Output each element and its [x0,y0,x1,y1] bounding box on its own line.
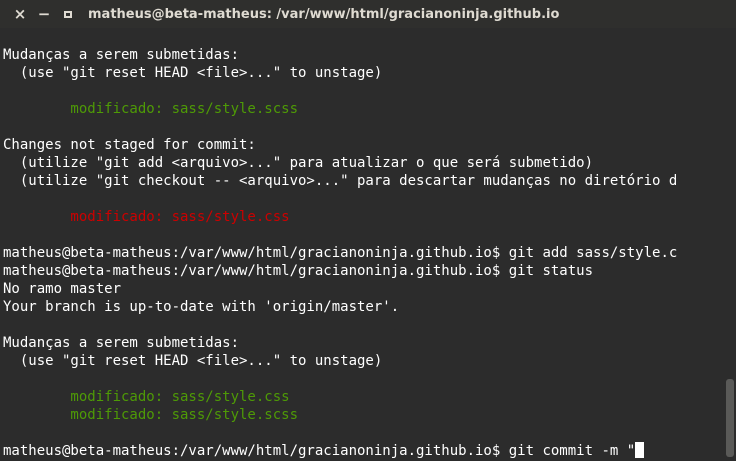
terminal-line: (utilize "git checkout -- <arquivo>..." … [3,173,678,189]
terminal-line: Mudanças a serem submetidas: [3,335,240,351]
prompt-text: matheus@beta-matheus:/var/www/html/graci… [3,443,636,459]
close-icon[interactable]: × [10,4,30,24]
terminal-line: modificado: sass/style.scss [3,407,299,423]
terminal-line: matheus@beta-matheus:/var/www/html/graci… [3,263,594,279]
window-title: matheus@beta-matheus: /var/www/html/grac… [88,6,560,22]
terminal-window: × − matheus@beta-matheus: /var/www/html/… [0,0,736,461]
maximize-box [64,10,72,18]
text-cursor [635,442,645,458]
scrollbar-thumb[interactable] [726,379,734,457]
terminal-line: No ramo master [3,281,122,297]
terminal-line: matheus@beta-matheus:/var/www/html/graci… [3,245,678,261]
terminal-line: (utilize "git add <arquivo>..." para atu… [3,155,594,171]
terminal-line: Your branch is up-to-date with 'origin/m… [3,299,400,315]
title-bar[interactable]: × − matheus@beta-matheus: /var/www/html/… [0,0,736,28]
terminal-line: modificado: sass/style.scss [3,101,299,117]
terminal-line: Mudanças a serem submetidas: [3,47,240,63]
terminal-line: (use "git reset HEAD <file>..." to unsta… [3,65,383,81]
terminal-output[interactable]: Mudanças a serem submetidas: (use "git r… [3,46,723,460]
terminal-line: (use "git reset HEAD <file>..." to unsta… [3,353,383,369]
terminal-line: modificado: sass/style.css [3,389,290,405]
minimize-icon[interactable]: − [34,4,54,24]
terminal-line: modificado: sass/style.css [3,209,290,225]
scrollbar[interactable] [722,28,736,461]
terminal-line: Changes not staged for commit: [3,137,256,153]
prompt-line[interactable]: matheus@beta-matheus:/var/www/html/graci… [3,442,723,460]
maximize-icon[interactable] [58,4,78,24]
